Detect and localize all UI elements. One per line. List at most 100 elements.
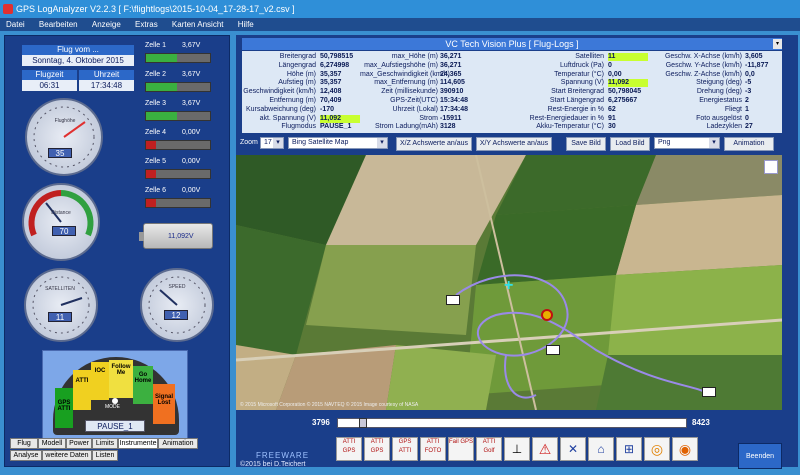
waypoint-icon[interactable]: ⊞ xyxy=(616,437,642,461)
chevron-down-icon: ▾ xyxy=(273,138,283,148)
info-value: 1 xyxy=(745,105,749,113)
xz-axis-button[interactable]: X/Z Achswerte an/aus xyxy=(396,137,472,151)
beenden-button[interactable]: Beenden xyxy=(738,443,782,469)
cell-label: Zelle 4 xyxy=(145,129,167,136)
vc-header: VC Tech Vision Plus [ Flug-Logs ] xyxy=(242,38,782,50)
info-label: Längengrad xyxy=(278,61,316,69)
gps-atti-button[interactable]: GPS ATTI xyxy=(392,437,418,461)
info-label: max_Geschwindigkeit (km/h) xyxy=(360,70,450,78)
info-value: 0,0 xyxy=(745,70,755,78)
tab-animation[interactable]: Animation xyxy=(158,438,198,449)
info-label: Fliegt xyxy=(724,105,742,113)
cell-voltage: 0,00V xyxy=(182,129,201,136)
atti-gps-button-1[interactable]: ATTI GPS xyxy=(336,437,362,461)
uhrzeit-label: Uhrzeit xyxy=(79,70,134,80)
menu-karten-ansicht[interactable]: Karten Ansicht xyxy=(166,18,230,31)
info-label: Ladezyklen xyxy=(706,123,742,131)
altitude-gauge-dial xyxy=(33,106,95,168)
info-label: Geschwindigkeit (km/h) xyxy=(243,88,316,96)
cell-voltage: 3,67V xyxy=(182,42,201,49)
slider-end-value: 8423 xyxy=(692,418,710,427)
tab-modell[interactable]: Modell xyxy=(38,438,66,449)
copyright-label: ©2015 bei D.Teichert xyxy=(240,461,306,468)
info-label: Rest-Energiedauer in % xyxy=(529,114,604,122)
altitude-gauge-label: Flughöhe xyxy=(54,118,76,124)
drone-icon[interactable]: ◉ xyxy=(672,437,698,461)
atti-golf-button[interactable]: ATTI Golf xyxy=(476,437,502,461)
info-label: Drehung (deg) xyxy=(696,88,742,96)
info-value: 24,365 xyxy=(440,70,462,78)
cell-level-bar xyxy=(145,169,211,179)
load-image-button[interactable]: Load Bild xyxy=(610,137,650,151)
battery-terminal xyxy=(139,232,144,241)
mode-segment-atti: ATTI xyxy=(73,370,91,410)
zoom-select[interactable]: 17 ▾ xyxy=(260,137,284,149)
atti-foto-button[interactable]: ATTI FOTO xyxy=(420,437,446,461)
menu-datei[interactable]: Datei xyxy=(0,18,31,31)
info-label: Uhrzeit (Lokal) xyxy=(392,105,438,113)
timeline-slider[interactable] xyxy=(337,418,687,428)
menu-hilfe[interactable]: Hilfe xyxy=(232,18,260,31)
tab-instrumente[interactable]: Instrumente xyxy=(118,438,158,449)
info-label: Temperatur (°C) xyxy=(554,70,604,78)
info-label: Kursabweichung (deg) xyxy=(245,105,316,113)
speed-gauge-label: SPEED xyxy=(168,284,186,290)
tab-weitere-daten[interactable]: weitere Daten xyxy=(42,450,92,461)
info-label: Foto ausgelöst xyxy=(696,114,742,122)
tab-analyse[interactable]: Analyse xyxy=(10,450,42,461)
map-compass-icon[interactable] xyxy=(764,160,778,174)
info-value: 91 xyxy=(608,114,616,122)
info-value: -170 xyxy=(320,105,335,113)
mode-needle-hub xyxy=(112,398,118,404)
satellites-gauge-label: SATELLITEN xyxy=(45,286,75,292)
flugzeit-value: 06:31 xyxy=(22,80,77,91)
atti-gps-button-2[interactable]: ATTI GPS xyxy=(364,437,390,461)
collapse-icon[interactable]: ▾ xyxy=(773,39,782,49)
save-image-button[interactable]: Save Bild xyxy=(566,137,606,151)
format-select[interactable]: Png ▾ xyxy=(654,137,720,149)
info-value: 3128 xyxy=(440,123,456,131)
waypoint-marker-icon xyxy=(546,345,560,355)
info-label: Start Breitengrad xyxy=(551,88,604,96)
target-icon[interactable]: ◎ xyxy=(644,437,670,461)
info-value: 2 xyxy=(745,97,749,104)
info-label: Luftdruck (Pa) xyxy=(560,61,604,69)
satellite-map[interactable]: + © 2015 Microsoft Corporation © 2015 NA… xyxy=(236,155,782,410)
tab-power[interactable]: Power xyxy=(66,438,92,449)
delete-marker-icon[interactable]: ✕ xyxy=(560,437,586,461)
info-label: Geschw. Y-Achse (km/h) xyxy=(665,61,742,69)
window-titlebar: GPS LogAnalyzer V2.2.3 [ F:\flightlogs\2… xyxy=(0,0,800,18)
cell-level-bar xyxy=(145,82,211,92)
fail-gps-button[interactable]: Fail GPS xyxy=(448,437,474,461)
info-label: Energiestatus xyxy=(699,97,742,104)
info-value: 27 xyxy=(745,123,753,131)
home-icon[interactable]: ⌂ xyxy=(588,437,614,461)
crosshair-icon: + xyxy=(504,277,514,294)
info-panel: Breitengrad 50,798515 Längengrad 6,274998 Hö… xyxy=(242,51,782,133)
cell-label: Zelle 3 xyxy=(145,100,167,107)
cell-voltage: 3,67V xyxy=(182,100,201,107)
menu-anzeige[interactable]: Anzeige xyxy=(86,18,127,31)
cell-level-bar xyxy=(145,198,211,208)
menu-extras[interactable]: Extras xyxy=(129,18,164,31)
cell-level-bar xyxy=(145,53,211,63)
cell-label: Zelle 6 xyxy=(145,187,167,194)
satellites-gauge xyxy=(24,268,98,342)
cell-voltage: 0,00V xyxy=(182,187,201,194)
tab-limits[interactable]: Limits xyxy=(92,438,118,449)
warning-icon[interactable]: ⚠ xyxy=(532,437,558,461)
app-icon xyxy=(3,4,13,14)
cell-level-bar xyxy=(145,140,211,150)
info-label: Rest-Energie in % xyxy=(547,105,604,113)
menu-bearbeiten[interactable]: Bearbeiten xyxy=(33,18,84,31)
xy-axis-button[interactable]: X/Y Achswerte an/aus xyxy=(476,137,552,151)
info-label: Spannung (V) xyxy=(560,79,604,87)
info-value: 15:34:48 xyxy=(440,97,469,104)
tab-flug[interactable]: Flug xyxy=(10,438,38,449)
ruler-icon[interactable]: ⊥ xyxy=(504,437,530,461)
info-value: 11,092 xyxy=(320,114,360,123)
map-type-select[interactable]: Bing Satellite Map ▾ xyxy=(288,137,388,149)
timeline-slider-thumb[interactable] xyxy=(358,418,367,428)
tab-listen[interactable]: Listen xyxy=(92,450,118,461)
animation-button[interactable]: Animation xyxy=(724,137,774,151)
